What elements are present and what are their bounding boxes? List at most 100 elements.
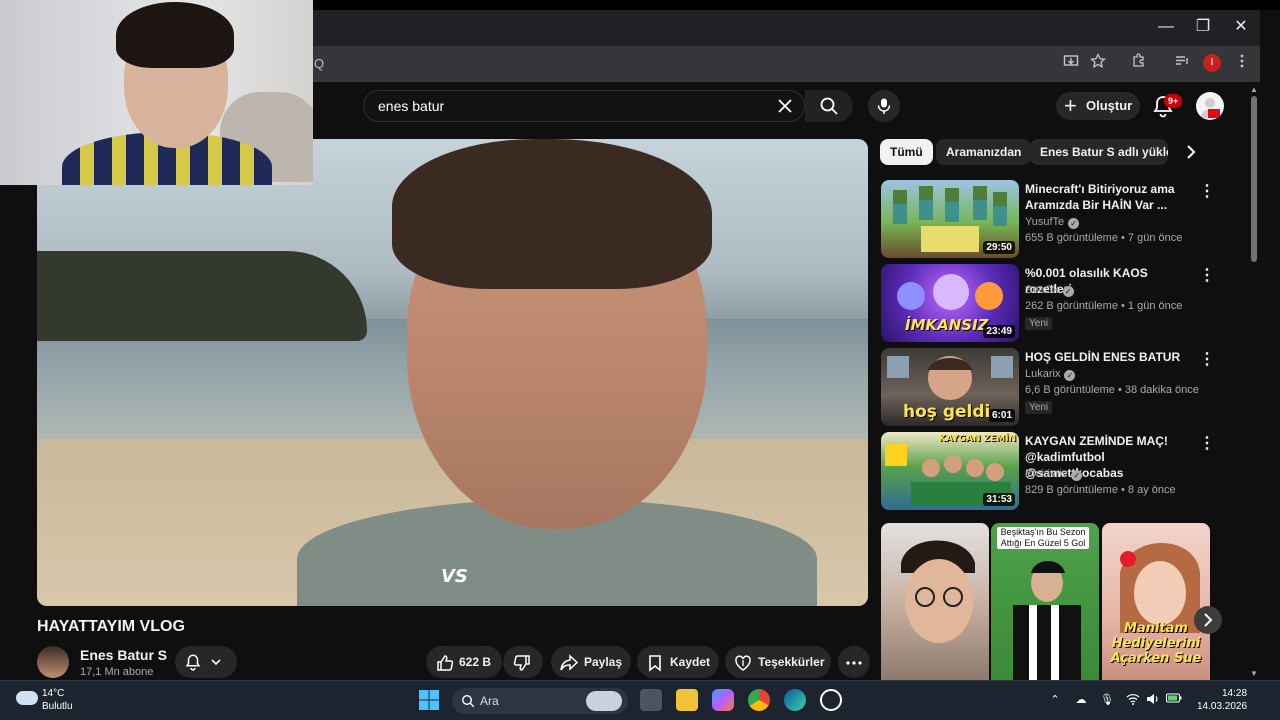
recommended-video-3[interactable]: hoş geldi 6:01 HOŞ GELDİN ENES BATUR Luk… xyxy=(881,348,1221,428)
wifi-icon[interactable] xyxy=(1126,693,1140,707)
app-icon[interactable] xyxy=(820,689,842,711)
edge-icon[interactable] xyxy=(784,689,806,711)
video-meta: 829 B görüntüleme • 8 ay önce xyxy=(1025,484,1176,496)
clock-time[interactable]: 14:28 xyxy=(1222,688,1247,699)
scroll-down-icon[interactable]: ▼ xyxy=(1249,669,1259,679)
like-button[interactable]: 622 B xyxy=(426,646,502,678)
video-menu-icon[interactable]: ⋮ xyxy=(1199,266,1215,286)
task-view-icon[interactable] xyxy=(640,689,662,711)
shorts-next-icon[interactable] xyxy=(1194,606,1222,634)
video-thumbnail[interactable]: 29:50 xyxy=(881,180,1019,258)
scroll-up-icon[interactable]: ▲ xyxy=(1249,85,1259,95)
video-overlay-text: VS xyxy=(441,566,468,587)
video-player[interactable]: VS xyxy=(37,139,868,606)
webcam-person-hair xyxy=(116,2,234,68)
channel-name[interactable]: Lukarix ✓ xyxy=(1025,368,1076,381)
thumbs-down-icon xyxy=(513,655,530,671)
copilot-icon[interactable] xyxy=(712,689,734,711)
notification-count-badge: 9+ xyxy=(1164,94,1183,108)
share-button[interactable]: Paylaş xyxy=(551,646,631,678)
extensions-icon[interactable] xyxy=(1127,52,1151,76)
bell-icon xyxy=(185,654,201,671)
windows-start-icon[interactable] xyxy=(418,689,440,711)
thumbnail-text: İMKANSIZ xyxy=(905,316,989,334)
chip-from-your-search[interactable]: Aramanızdan xyxy=(936,139,1032,165)
channel-label: Lukarix xyxy=(1025,368,1061,380)
cloud-sync-icon[interactable]: ☁ xyxy=(1074,693,1088,707)
bookmark-icon xyxy=(649,655,661,672)
like-count: 622 B xyxy=(459,655,492,669)
plus-icon: + xyxy=(1064,93,1077,118)
voice-search-button[interactable] xyxy=(868,90,900,122)
video-menu-icon[interactable]: ⋮ xyxy=(1199,350,1215,370)
channel-avatar[interactable] xyxy=(37,646,69,678)
recommended-video-4[interactable]: KAYGAN ZEMİN 31:53 KAYGAN ZEMİNDE MAÇ! @… xyxy=(881,432,1221,512)
search-bar[interactable]: enes batur xyxy=(363,90,805,122)
search-input[interactable]: enes batur xyxy=(378,98,444,114)
clear-search-icon[interactable] xyxy=(772,93,798,119)
duration-badge: 31:53 xyxy=(983,493,1015,506)
short-2[interactable]: Beşiktaş'ın Bu Sezon Attığı En Güzel 5 G… xyxy=(991,523,1099,680)
weather-temperature[interactable]: 14°C xyxy=(42,688,64,699)
video-menu-icon[interactable]: ⋮ xyxy=(1199,182,1215,202)
address-text: Q xyxy=(314,56,325,71)
clock-date[interactable]: 14.03.2026 xyxy=(1197,701,1247,712)
duration-badge: 29:50 xyxy=(983,241,1015,254)
channel-label: Emirivriv xyxy=(1025,468,1068,480)
thanks-button[interactable]: Teşekkürler xyxy=(725,646,831,678)
restore-button[interactable]: ❐ xyxy=(1190,14,1216,40)
more-horizontal-icon xyxy=(846,661,862,665)
minimize-button[interactable]: — xyxy=(1153,14,1179,40)
tray-chevron-icon[interactable]: ⌃ xyxy=(1048,693,1062,707)
video-thumbnail[interactable]: İMKANSIZ 23:49 xyxy=(881,264,1019,342)
microphone-icon[interactable]: 🎙 xyxy=(1100,693,1114,707)
video-thumbnail[interactable]: hoş geldi 6:01 xyxy=(881,348,1019,426)
media-controls-icon[interactable] xyxy=(1170,52,1194,76)
install-app-icon[interactable] xyxy=(1059,52,1083,76)
dislike-button[interactable] xyxy=(503,646,543,678)
video-thumbnail[interactable]: KAYGAN ZEMİN 31:53 xyxy=(881,432,1019,510)
short-1[interactable] xyxy=(881,523,989,680)
thumbnail-text: hoş geldi xyxy=(903,402,991,422)
verified-check-icon: ✓ xyxy=(1062,286,1074,297)
save-button[interactable]: Kaydet xyxy=(637,646,719,678)
webcam-overlay xyxy=(0,0,313,185)
channel-name[interactable]: YusufTe ✓ xyxy=(1025,216,1080,229)
chips-next-icon[interactable] xyxy=(1180,142,1202,164)
scrollbar-thumb[interactable] xyxy=(1251,96,1257,262)
channel-name[interactable]: Enes Batur S xyxy=(80,647,167,663)
account-avatar[interactable] xyxy=(1196,92,1224,120)
recommended-video-1[interactable]: 29:50 Minecraft'ı Bitiriyoruz ama Aramız… xyxy=(881,180,1221,260)
bookmark-star-icon[interactable] xyxy=(1086,52,1110,76)
subscription-notifications-button[interactable] xyxy=(175,646,237,678)
video-menu-icon[interactable]: ⋮ xyxy=(1199,434,1215,454)
battery-icon[interactable] xyxy=(1166,693,1182,707)
browser-menu-icon[interactable] xyxy=(1230,52,1254,76)
channel-name[interactable]: SeeOk ✓ xyxy=(1025,284,1074,297)
chip-all[interactable]: Tümü xyxy=(880,139,933,165)
recommended-video-2[interactable]: İMKANSIZ 23:49 %0.001 olasılık KAOS roze… xyxy=(881,264,1221,344)
screen: — ❐ ✕ Q I ▲ ▼ enes batur + Oluştur 9+ VS… xyxy=(0,0,1280,720)
video-title[interactable]: Minecraft'ı Bitiriyoruz ama Aramızda Bir… xyxy=(1025,181,1195,213)
volume-icon[interactable] xyxy=(1146,693,1160,707)
video-title[interactable]: HOŞ GELDİN ENES BATUR xyxy=(1025,349,1195,365)
file-explorer-icon[interactable] xyxy=(676,689,698,711)
share-icon xyxy=(560,654,578,671)
cloud-icon[interactable] xyxy=(16,691,38,705)
chevron-down-icon xyxy=(211,659,221,666)
close-window-button[interactable]: ✕ xyxy=(1228,14,1254,40)
weather-description[interactable]: Bulutlu xyxy=(42,701,73,712)
channel-name[interactable]: Emirivriv ✓ xyxy=(1025,468,1083,481)
chrome-icon[interactable] xyxy=(748,689,770,711)
create-button[interactable]: + Oluştur xyxy=(1056,92,1140,120)
thumbs-up-icon xyxy=(437,655,454,671)
more-actions-button[interactable] xyxy=(838,646,870,678)
chip-from-uploader[interactable]: Enes Batur S adlı yükleyici xyxy=(1030,139,1168,165)
search-button[interactable] xyxy=(805,90,853,122)
search-highlight-image xyxy=(586,691,622,711)
browser-profile-avatar[interactable]: I xyxy=(1203,54,1221,72)
taskbar-search[interactable]: Ara xyxy=(452,688,628,714)
short-3[interactable]: Manitam Hediyelerini Açarken Sue xyxy=(1102,523,1210,680)
channel-label: SeeOk xyxy=(1025,284,1059,296)
address-bar[interactable]: Q xyxy=(300,50,1040,78)
